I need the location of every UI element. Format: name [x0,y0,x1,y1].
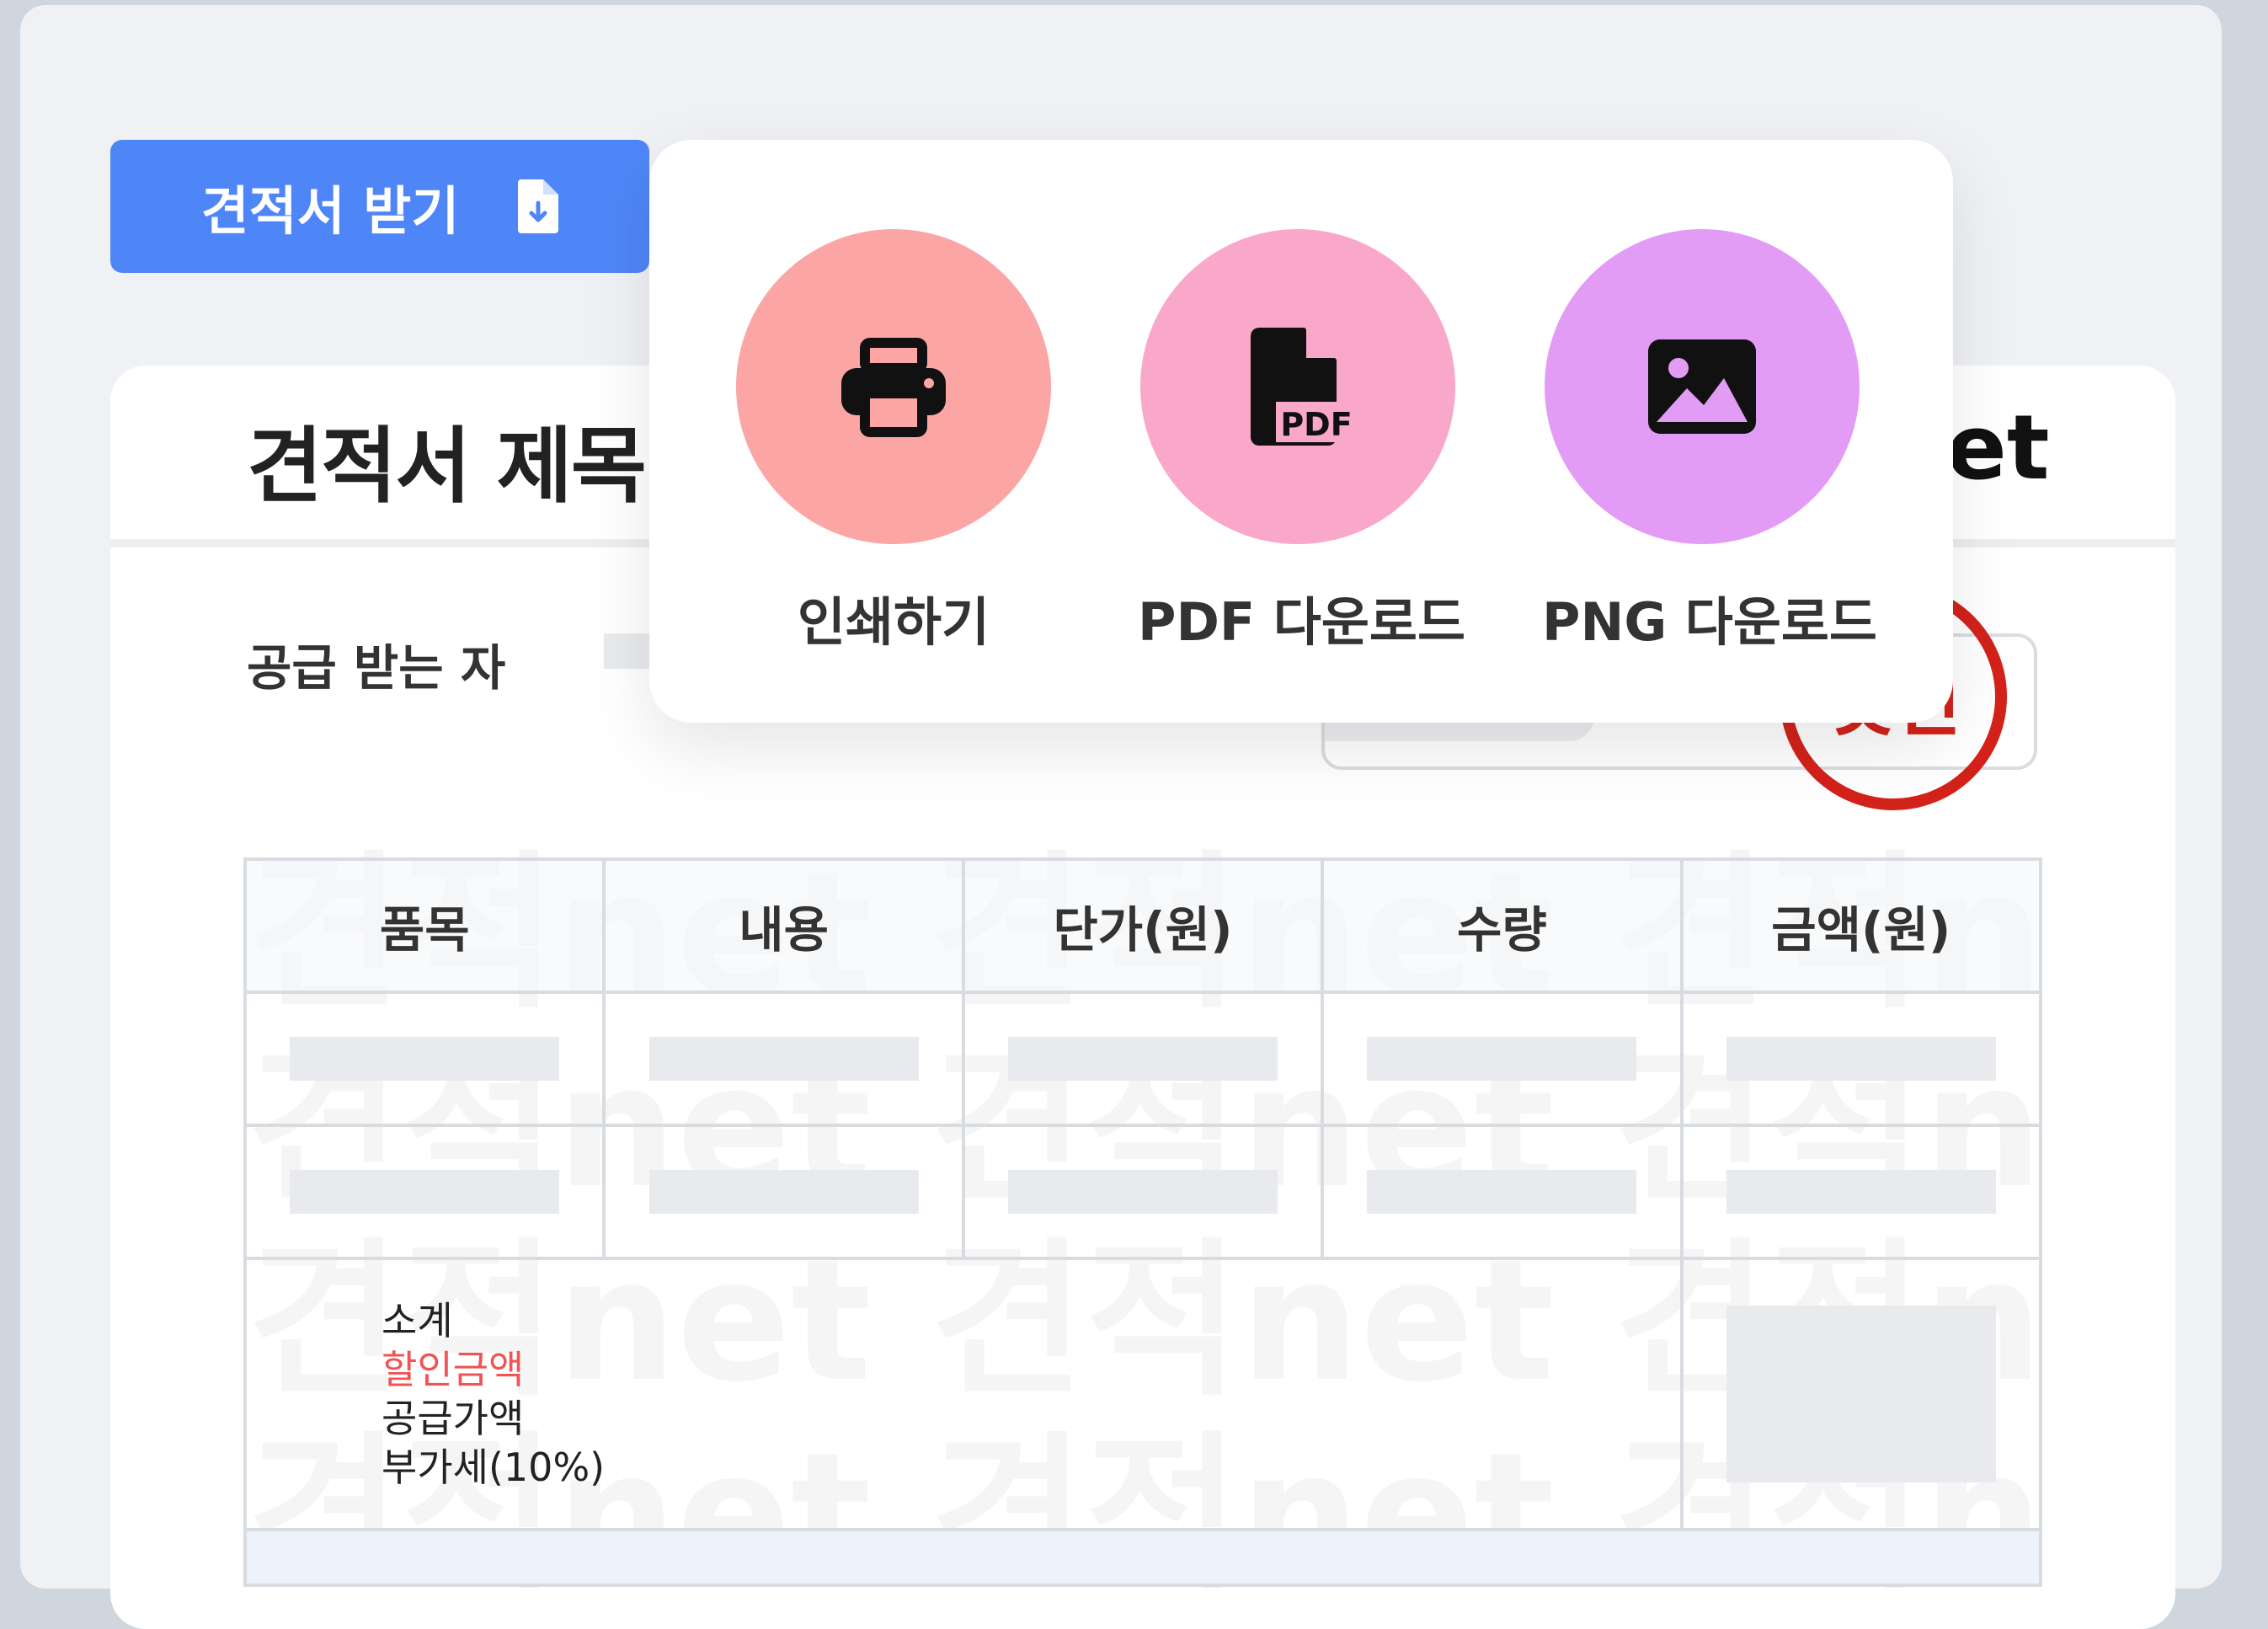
brand-logo-text: et [1946,396,2050,499]
table-header-row: 품목 내용 단가(원) 수량 금액(원) [243,857,2043,994]
total-cell [243,1528,2042,1587]
vat-label: 부가세(10%) [382,1445,606,1490]
col-header-unit-price: 단가(원) [961,857,1325,994]
summary-values [1679,1257,2043,1531]
table-cell [602,1124,965,1260]
get-quote-button[interactable]: 견적서 받기 [110,140,649,273]
table-row [243,991,2043,1127]
image-icon [1648,339,1756,434]
print-option[interactable]: 인쇄하기 [734,229,1054,655]
recipient-label: 공급 받는 자 [247,639,506,697]
printer-icon [841,338,946,437]
table-cell [1679,1124,2043,1260]
pdf-option-circle[interactable]: PDF [1140,229,1455,544]
table-cell [1321,991,1684,1127]
export-menu-popover: 인쇄하기 PDF PDF 다운로드 PNG 다운로드 [649,140,1953,723]
file-download-icon [518,179,559,233]
pdf-download-option[interactable]: PDF PDF 다운로드 [1138,229,1466,655]
subtotal-label: 소계 [382,1298,453,1343]
table-cell [243,991,606,1127]
col-header-description: 내용 [602,857,965,994]
col-header-item: 품목 [243,857,606,994]
table-cell [961,991,1325,1127]
supply-value-label: 공급가액 [382,1396,525,1441]
table-cell [602,991,965,1127]
col-header-amount: 금액(원) [1679,857,2043,994]
pdf-file-icon: PDF [1251,328,1357,446]
total-row [243,1528,2042,1587]
table-cell [1321,1124,1684,1260]
pdf-option-label: PDF 다운로드 [1138,591,1466,653]
svg-text:PDF: PDF [1280,406,1352,443]
table-cell [243,1124,606,1260]
png-option-circle[interactable] [1545,229,1860,544]
discount-label: 할인금액 [382,1347,525,1392]
png-download-option[interactable]: PNG 다운로드 [1542,229,1877,655]
table-cell [961,1124,1325,1260]
png-option-label: PNG 다운로드 [1542,591,1877,653]
table-cell [1679,991,2043,1127]
quote-title: 견적서 제목 [247,419,647,515]
summary-row: 소계 할인금액 공급가액 부가세(10%) [243,1257,2043,1531]
print-option-circle[interactable] [736,229,1051,544]
print-option-label: 인쇄하기 [797,591,990,653]
summary-labels: 소계 할인금액 공급가액 부가세(10%) [243,1257,1684,1531]
get-quote-label: 견적서 받기 [200,180,460,242]
quote-items-table: 품목 내용 단가(원) 수량 금액(원) 소계 할인금액 공급가액 부가세(10… [243,857,2043,1587]
table-row [243,1124,2043,1260]
col-header-quantity: 수량 [1321,857,1684,994]
